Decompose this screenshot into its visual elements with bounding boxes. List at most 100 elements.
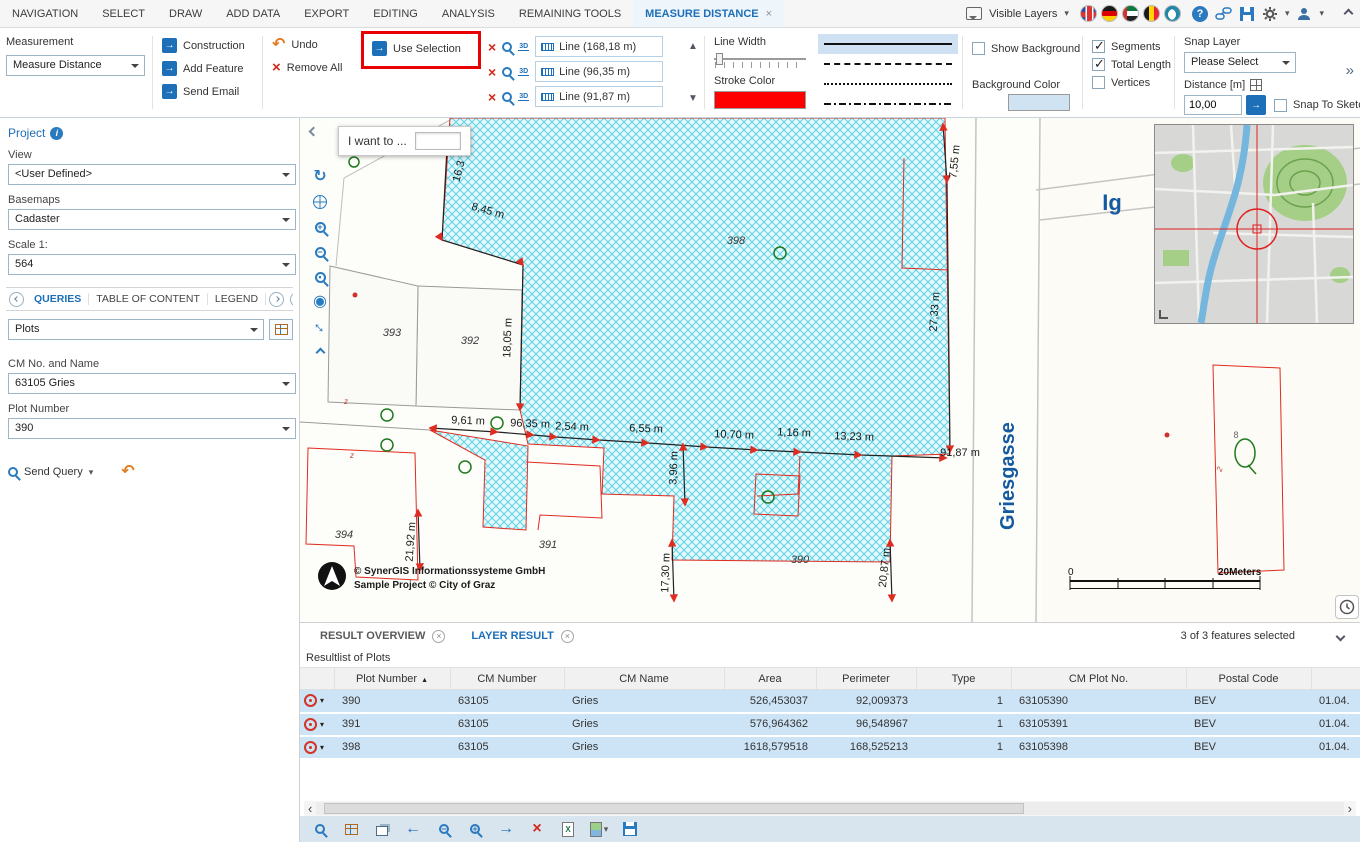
profile-3d-icon[interactable]: 3D — [518, 68, 529, 76]
view-dropdown[interactable]: <User Defined> — [8, 164, 296, 185]
line-width-slider-thumb[interactable] — [716, 53, 723, 65]
send-query-button[interactable]: Send Query ▾ ↶ — [8, 465, 293, 479]
query-dropdown[interactable]: Plots — [8, 319, 264, 340]
flag-belgium[interactable] — [1143, 5, 1160, 22]
scale-dropdown[interactable]: 564 — [8, 254, 296, 275]
tab-editing[interactable]: EDITING — [361, 0, 430, 27]
scroll-left-icon[interactable]: ‹ — [304, 802, 316, 815]
highlight-feature-icon[interactable] — [304, 718, 317, 731]
tab-remaining-tools[interactable]: REMAINING TOOLS — [507, 0, 633, 27]
user-icon[interactable] — [1296, 6, 1312, 22]
map-viewport[interactable]: © SynerGIS Informationssysteme GmbH Samp… — [300, 118, 1360, 622]
tabs-scroll-left-icon[interactable] — [9, 292, 24, 307]
line-style-dashed[interactable] — [818, 54, 958, 74]
query-table-button[interactable] — [269, 319, 293, 340]
info-icon[interactable]: i — [50, 127, 63, 140]
sidebar-tab-table-of-content[interactable]: TABLE OF CONTENT — [89, 293, 208, 305]
flag-turkey[interactable] — [1164, 5, 1181, 22]
measurement-mode-dropdown[interactable]: Measure Distance — [6, 55, 145, 76]
zoom-to-measure-icon[interactable] — [502, 42, 512, 52]
zoom-in-icon[interactable]: + — [308, 216, 332, 238]
line-style-dash-dot[interactable] — [818, 94, 958, 114]
measure-entry[interactable]: Line (168,18 m) — [535, 36, 663, 57]
add-feature-button[interactable]: →Add Feature — [162, 61, 245, 76]
measure-list-scroll-up-icon[interactable]: ▲ — [688, 41, 698, 52]
scrollbar-thumb[interactable] — [324, 803, 1024, 814]
tab-layer-result[interactable]: LAYER RESULT × — [471, 630, 574, 643]
basemaps-dropdown[interactable]: Cadaster — [8, 209, 296, 230]
use-selection-button[interactable]: →Use Selection — [372, 41, 461, 56]
distance-input[interactable] — [1184, 95, 1242, 115]
result-zoom-icon[interactable] — [310, 819, 330, 839]
stroke-color-swatch[interactable] — [714, 91, 806, 109]
tab-export[interactable]: EXPORT — [292, 0, 361, 27]
highlight-feature-icon[interactable] — [304, 694, 317, 707]
visible-layers-caret-icon[interactable]: ▾ — [1064, 8, 1069, 19]
row-menu-icon[interactable]: ▾ — [320, 743, 324, 752]
flag-uk[interactable] — [1080, 5, 1097, 22]
line-width-slider[interactable] — [714, 53, 806, 69]
column-header-plot-number[interactable]: Plot Number▲ — [334, 668, 450, 690]
sidebar-tab-queries[interactable]: QUERIES — [27, 293, 89, 305]
column-header-cm-plot-no-[interactable]: CM Plot No. — [1011, 668, 1186, 690]
next-record-icon[interactable]: → — [496, 819, 516, 839]
tab-analysis[interactable]: ANALYSIS — [430, 0, 507, 27]
gear-caret-icon[interactable]: ▾ — [1285, 8, 1290, 19]
tab-measure-distance[interactable]: MEASURE DISTANCE× — [633, 0, 784, 27]
close-result-overview-icon[interactable]: × — [432, 630, 445, 643]
delete-measure-icon[interactable]: × — [488, 39, 496, 55]
user-caret-icon[interactable]: ▾ — [1319, 8, 1324, 19]
save-result-icon[interactable] — [620, 819, 640, 839]
attribute-table-icon[interactable] — [341, 819, 361, 839]
line-style-dotted[interactable] — [818, 74, 958, 94]
link-icon[interactable] — [1215, 5, 1232, 22]
undo-button[interactable]: ↶Undo — [272, 38, 342, 52]
construction-button[interactable]: →Construction — [162, 38, 245, 53]
zoom-window-icon[interactable]: ▪ — [308, 266, 332, 288]
delete-measure-icon[interactable]: × — [488, 89, 496, 105]
flag-uae[interactable] — [1122, 5, 1139, 22]
gear-icon[interactable] — [1262, 6, 1278, 22]
scroll-right-icon[interactable]: › — [1344, 802, 1356, 815]
i-want-to-widget[interactable]: I want to ... — [338, 126, 471, 156]
tab-select[interactable]: SELECT — [90, 0, 157, 27]
tab-result-overview[interactable]: RESULT OVERVIEW × — [320, 630, 445, 643]
sidebar-tab-legend[interactable]: LEGEND — [208, 293, 266, 305]
close-layer-result-icon[interactable]: × — [561, 630, 574, 643]
zoom-in-icon[interactable]: + — [465, 819, 485, 839]
apply-distance-button[interactable]: → — [1246, 95, 1266, 115]
distance-grid-icon[interactable] — [1250, 79, 1262, 91]
measure-list-scroll-down-icon[interactable]: ▼ — [688, 93, 698, 104]
column-header-perimeter[interactable]: Perimeter — [816, 668, 916, 690]
zoom-out-icon[interactable]: − — [308, 241, 332, 263]
time-slider-button[interactable] — [1335, 595, 1359, 619]
reset-query-icon[interactable]: ↶ — [121, 465, 134, 479]
checkbox-segments[interactable]: Segments — [1092, 40, 1171, 53]
collapse-ribbon-icon[interactable] — [1344, 9, 1354, 19]
clear-selection-icon[interactable]: × — [527, 819, 547, 839]
background-color-swatch[interactable] — [1008, 94, 1070, 111]
copy-result-icon[interactable] — [372, 819, 392, 839]
scrollbar-track[interactable] — [316, 802, 1343, 815]
line-style-solid[interactable] — [818, 34, 958, 54]
tab-draw[interactable]: DRAW — [157, 0, 214, 27]
checkbox-vertices[interactable]: Vertices — [1092, 76, 1171, 89]
add-tab-icon[interactable]: + — [290, 292, 293, 307]
remove-all-button[interactable]: ×Remove All — [272, 61, 342, 75]
row-menu-icon[interactable]: ▾ — [320, 720, 324, 729]
overview-map[interactable] — [1154, 124, 1354, 324]
save-project-icon[interactable] — [1239, 6, 1255, 22]
help-icon[interactable]: ? — [1192, 6, 1208, 22]
tabs-scroll-right-icon[interactable] — [269, 292, 284, 307]
table-row[interactable]: ▾39163105Gries576,96436296,5489671631053… — [300, 713, 1360, 736]
column-header-area[interactable]: Area — [724, 668, 816, 690]
i-want-to-input[interactable] — [415, 132, 461, 150]
zoom-out-icon[interactable]: − — [434, 819, 454, 839]
profile-3d-icon[interactable]: 3D — [518, 93, 529, 101]
snap-to-sketch-checkbox[interactable]: Snap To Sketch — [1274, 99, 1360, 112]
visible-layers-label[interactable]: Visible Layers — [989, 8, 1057, 20]
checkbox-total-length[interactable]: Total Length — [1092, 58, 1171, 71]
column-header-cm-number[interactable]: CM Number — [450, 668, 564, 690]
full-extent-icon[interactable]: ↔ — [308, 316, 332, 338]
delete-measure-icon[interactable]: × — [488, 64, 496, 80]
